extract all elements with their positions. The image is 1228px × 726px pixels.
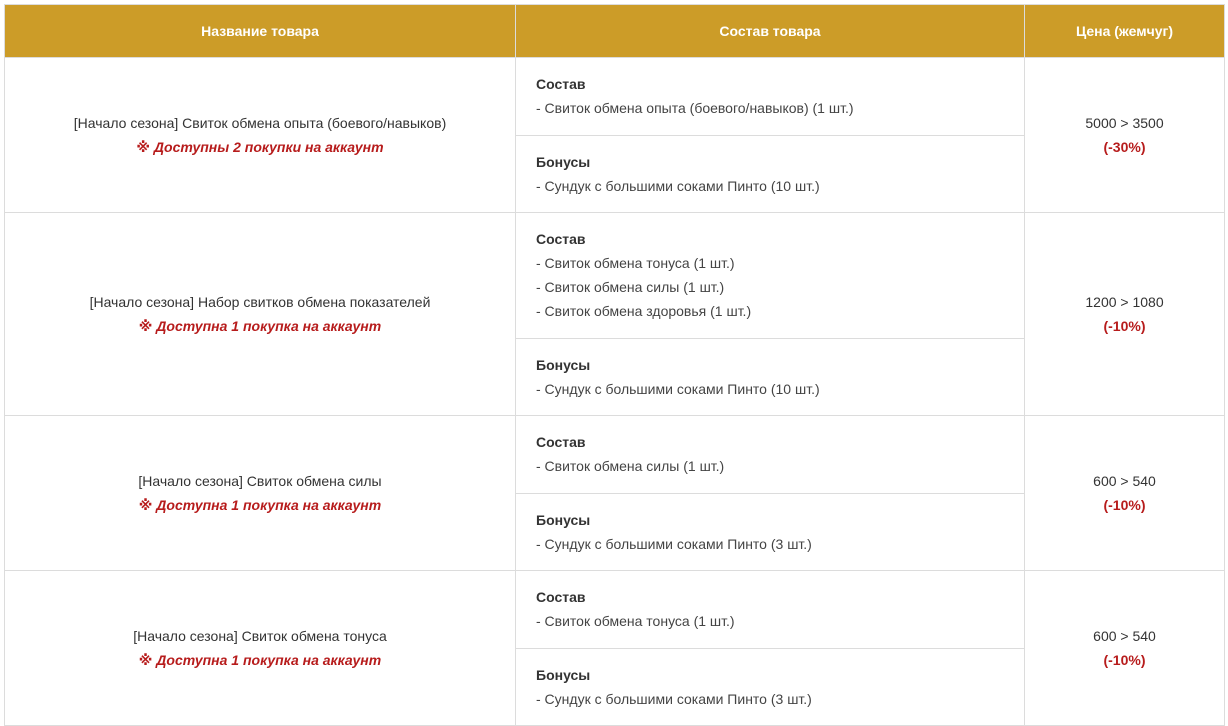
header-product-name: Название товара bbox=[4, 4, 516, 58]
section-item: - Сундук с большими соками Пинто (3 шт.) bbox=[536, 536, 812, 552]
price-cell: 1200 > 1080 (-10%) bbox=[1024, 212, 1225, 416]
section-item: - Свиток обмена тонуса (1 шт.) bbox=[536, 613, 735, 629]
product-composition-cell: Состав - Свиток обмена тонуса (1 шт.) - Св… bbox=[515, 212, 1025, 416]
section-title: Бонусы bbox=[536, 512, 591, 528]
page: Название товара Состав товара Цена (жемч… bbox=[0, 0, 1228, 726]
purchase-limit-note: ※ Доступна 1 покупка на аккаунт bbox=[138, 318, 382, 334]
section-item: - Свиток обмена силы (1 шт.) bbox=[536, 458, 725, 474]
purchase-limit-note: ※ Доступна 1 покупка на аккаунт bbox=[138, 497, 382, 513]
product-name-cell: [Начало сезона] Свиток обмена опыта (бое… bbox=[4, 57, 516, 213]
section-title: Состав bbox=[536, 76, 586, 92]
section-item: - Сундук с большими соками Пинто (10 шт.… bbox=[536, 178, 820, 194]
composition-section: Состав - Свиток обмена силы (1 шт.) bbox=[516, 416, 1024, 493]
section-item: - Свиток обмена силы (1 шт.) bbox=[536, 279, 725, 295]
section-item: - Свиток обмена здоровья (1 шт.) bbox=[536, 303, 752, 319]
purchase-limit-note: ※ Доступна 1 покупка на аккаунт bbox=[138, 652, 382, 668]
discount-badge: (-10%) bbox=[1103, 318, 1146, 334]
section-item: - Свиток обмена опыта (боевого/навыков) … bbox=[536, 100, 854, 116]
discount-badge: (-30%) bbox=[1103, 139, 1146, 155]
price-value: 1200 > 1080 bbox=[1085, 294, 1164, 310]
table-header-row: Название товара Состав товара Цена (жемч… bbox=[4, 4, 1225, 58]
product-name: [Начало сезона] Свиток обмена опыта (бое… bbox=[73, 115, 447, 131]
composition-section: Состав - Свиток обмена тонуса (1 шт.) bbox=[516, 571, 1024, 648]
section-item: - Сундук с большими соками Пинто (3 шт.) bbox=[536, 691, 812, 707]
purchase-limit-note: ※ Доступны 2 покупки на аккаунт bbox=[136, 139, 384, 155]
price-cell: 600 > 540 (-10%) bbox=[1024, 570, 1225, 726]
section-title: Бонусы bbox=[536, 667, 591, 683]
product-table: Название товара Состав товара Цена (жемч… bbox=[4, 4, 1225, 726]
discount-badge: (-10%) bbox=[1103, 652, 1146, 668]
section-title: Состав bbox=[536, 231, 586, 247]
table-row: [Начало сезона] Свиток обмена силы ※ Дост… bbox=[4, 415, 1225, 571]
product-name: [Начало сезона] Свиток обмена силы bbox=[138, 473, 382, 489]
price-value: 600 > 540 bbox=[1093, 473, 1156, 489]
table-row: [Начало сезона] Свиток обмена опыта (бое… bbox=[4, 57, 1225, 213]
product-composition-cell: Состав - Свиток обмена опыта (боевого/нав… bbox=[515, 57, 1025, 213]
header-price: Цена (жемчуг) bbox=[1024, 4, 1225, 58]
composition-section: Состав - Свиток обмена опыта (боевого/нав… bbox=[516, 58, 1024, 135]
composition-section: Бонусы - Сундук с большими соками Пинто (… bbox=[516, 338, 1024, 415]
price-cell: 600 > 540 (-10%) bbox=[1024, 415, 1225, 571]
composition-section: Состав - Свиток обмена тонуса (1 шт.) - Св… bbox=[516, 213, 1024, 338]
product-name: [Начало сезона] Свиток обмена тонуса bbox=[133, 628, 387, 644]
section-title: Состав bbox=[536, 589, 586, 605]
section-item: - Сундук с большими соками Пинто (10 шт.… bbox=[536, 381, 820, 397]
section-item: - Свиток обмена тонуса (1 шт.) bbox=[536, 255, 735, 271]
product-name-cell: [Начало сезона] Свиток обмена тонуса ※ До… bbox=[4, 570, 516, 726]
header-product-composition: Состав товара bbox=[515, 4, 1025, 58]
product-name: [Начало сезона] Набор свитков обмена пок… bbox=[89, 294, 431, 310]
section-title: Бонусы bbox=[536, 154, 591, 170]
product-composition-cell: Состав - Свиток обмена силы (1 шт.) Бонусы… bbox=[515, 415, 1025, 571]
product-name-cell: [Начало сезона] Набор свитков обмена пок… bbox=[4, 212, 516, 416]
price-cell: 5000 > 3500 (-30%) bbox=[1024, 57, 1225, 213]
product-name-cell: [Начало сезона] Свиток обмена силы ※ Дост… bbox=[4, 415, 516, 571]
table-body: [Начало сезона] Свиток обмена опыта (бое… bbox=[4, 57, 1225, 726]
price-value: 600 > 540 bbox=[1093, 628, 1156, 644]
composition-section: Бонусы - Сундук с большими соками Пинто (… bbox=[516, 493, 1024, 570]
table-row: [Начало сезона] Свиток обмена тонуса ※ До… bbox=[4, 570, 1225, 726]
section-title: Бонусы bbox=[536, 357, 591, 373]
composition-section: Бонусы - Сундук с большими соками Пинто (… bbox=[516, 135, 1024, 212]
price-value: 5000 > 3500 bbox=[1085, 115, 1164, 131]
table-row: [Начало сезона] Набор свитков обмена пок… bbox=[4, 212, 1225, 416]
product-composition-cell: Состав - Свиток обмена тонуса (1 шт.) Бону… bbox=[515, 570, 1025, 726]
discount-badge: (-10%) bbox=[1103, 497, 1146, 513]
section-title: Состав bbox=[536, 434, 586, 450]
composition-section: Бонусы - Сундук с большими соками Пинто (… bbox=[516, 648, 1024, 725]
